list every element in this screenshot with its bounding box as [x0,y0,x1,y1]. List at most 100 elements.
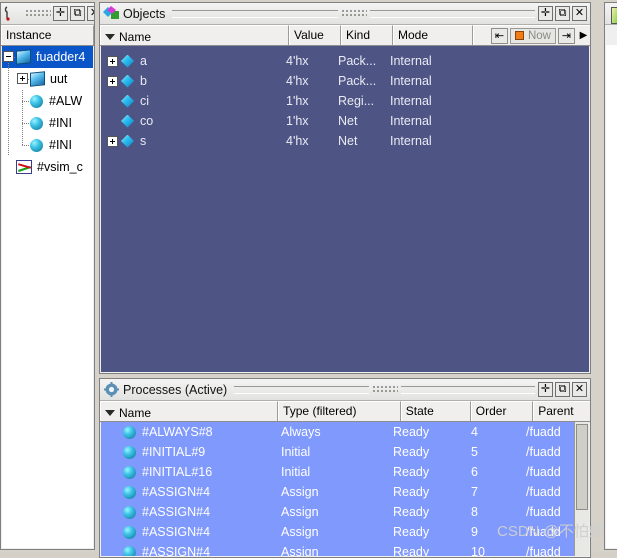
process-name-cell[interactable]: #ALWAYS#8 [101,425,281,439]
expander-plus-icon[interactable] [107,55,118,67]
process-name-cell[interactable]: #ASSIGN#4 [101,545,281,556]
object-row-co[interactable]: co 1'hx Net Internal [101,111,589,131]
object-row-ci[interactable]: ci 1'hx Regi... Internal [101,91,589,111]
process-name-cell[interactable]: #ASSIGN#4 [101,485,281,499]
process-ball-icon [123,445,136,459]
processes-gear-icon [103,382,120,397]
process-row[interactable]: #ALWAYS#8 Always Ready 4 /fuadd [101,422,589,442]
process-name-cell[interactable]: #ASSIGN#4 [101,505,281,519]
object-kind: Regi... [338,94,375,108]
tree-item-label: #INI [49,116,72,130]
tree-item-initial-1[interactable]: #INI [2,112,93,134]
expander-plus-icon[interactable] [107,135,118,147]
dock-button[interactable]: ✛ [538,6,554,21]
process-order: 6 [471,465,478,479]
column-value[interactable]: Value [289,25,341,45]
column-parent[interactable]: Parent [533,401,590,421]
object-value: 4'hx [286,54,309,68]
filter-icon[interactable] [105,409,115,416]
object-mode: Internal [390,74,432,88]
close-button[interactable]: ✕ [572,6,588,21]
object-row-s[interactable]: s 4'hx Net Internal [101,131,589,151]
object-row-a[interactable]: a 4'hx Pack... Internal [101,51,589,71]
undock-button[interactable]: ⧉ [555,382,571,397]
process-ball-icon [123,525,136,539]
processes-list[interactable]: #ALWAYS#8 Always Ready 4 /fuadd #INITIAL… [101,422,589,556]
step-back-button[interactable]: ⇤ [490,27,508,44]
object-name-cell[interactable]: s [101,134,286,148]
tree-item-always[interactable]: #ALW [2,90,93,112]
process-ball-icon [30,94,43,108]
dock-button[interactable]: ✛ [538,382,554,397]
process-ball-icon [30,116,43,130]
process-row[interactable]: #ASSIGN#4 Assign Ready 10 /fuadd [101,542,589,556]
tree-item-uut[interactable]: uut [2,68,93,90]
close-button[interactable]: ✕ [87,6,94,21]
column-order[interactable]: Order [470,401,534,421]
step-forward-button[interactable]: ⇥ [558,27,575,44]
column-name[interactable]: Name [100,401,279,421]
object-name-cell[interactable]: ci [101,94,286,108]
process-name-cell[interactable]: #INITIAL#9 [101,445,281,459]
objects-list[interactable]: a 4'hx Pack... Internal b 4'hx Pack... I… [101,46,589,372]
tree-item-initial-2[interactable]: #INI [2,134,93,156]
titlebar-grip[interactable] [25,9,51,18]
process-ball-icon [123,505,136,519]
object-name-cell[interactable]: co [101,114,286,128]
column-type[interactable]: Type (filtered) [278,401,401,421]
module-icon [16,49,31,65]
process-order: 8 [471,505,478,519]
tree-item-fuadder4[interactable]: fuadder4 [2,46,93,68]
process-ball-icon [30,138,43,152]
now-indicator[interactable]: Now [509,27,556,44]
processes-vertical-scrollbar[interactable] [574,422,589,556]
tree-expander-minus[interactable] [2,46,16,68]
column-name[interactable]: Name [100,25,289,45]
object-value: 4'hx [286,74,309,88]
process-name-cell[interactable]: #INITIAL#16 [101,465,281,479]
wave-body[interactable] [606,45,617,548]
titlebar-grip[interactable] [371,385,398,394]
process-name-cell[interactable]: #ASSIGN#4 [101,525,281,539]
overflow-arrow-icon[interactable]: ▶ [577,28,590,44]
tree-expander-plus[interactable] [16,68,30,90]
titlebar-grip[interactable] [340,9,367,18]
process-row[interactable]: #ASSIGN#4 Assign Ready 8 /fuadd [101,502,589,522]
process-name: #ASSIGN#4 [142,545,211,556]
process-row[interactable]: #ASSIGN#4 Assign Ready 9 /fuadd [101,522,589,542]
tree-indent [16,134,30,156]
instance-column-header: Instance [1,25,94,46]
expander-plus-icon[interactable] [107,75,118,87]
undock-button[interactable]: ⧉ [70,6,85,21]
titlebar-rail-left [234,385,369,394]
dock-button[interactable]: ✛ [53,6,68,21]
now-toolbar: ⇤ Now ⇥ ▶ [473,25,590,45]
tree-indent [2,68,16,90]
object-name-cell[interactable]: b [101,74,286,88]
expander-none [107,96,118,107]
filter-icon[interactable] [105,33,115,40]
undock-button[interactable]: ⧉ [555,6,571,21]
object-row-b[interactable]: b 4'hx Pack... Internal [101,71,589,91]
signal-diamond-icon [121,114,134,128]
process-row[interactable]: #INITIAL#16 Initial Ready 6 /fuadd [101,462,589,482]
column-state[interactable]: State [400,401,471,421]
process-row[interactable]: #INITIAL#9 Initial Ready 5 /fuadd [101,442,589,462]
column-mode[interactable]: Mode [393,25,473,45]
tree-item-vsim-capacity[interactable]: #vsim_c [2,156,93,178]
close-button[interactable]: ✕ [572,382,588,397]
wave-panel [604,2,617,550]
objects-titlebar: Objects ✛ ⧉ ✕ [100,3,590,25]
object-value: 4'hx [286,134,309,148]
process-ball-icon [123,465,136,479]
process-row[interactable]: #ASSIGN#4 Assign Ready 7 /fuadd [101,482,589,502]
process-name: #INITIAL#16 [142,465,213,479]
process-type: Assign [281,545,319,556]
process-type: Assign [281,505,319,519]
scrollbar-thumb[interactable] [576,424,588,510]
object-name-cell[interactable]: a [101,54,286,68]
tree-item-label: #ALW [49,94,83,108]
column-instance[interactable]: Instance [1,25,94,45]
column-kind[interactable]: Kind [341,25,393,45]
instance-tree[interactable]: fuadder4 uut #ALW #INI #INI #vsim_c [2,46,93,548]
